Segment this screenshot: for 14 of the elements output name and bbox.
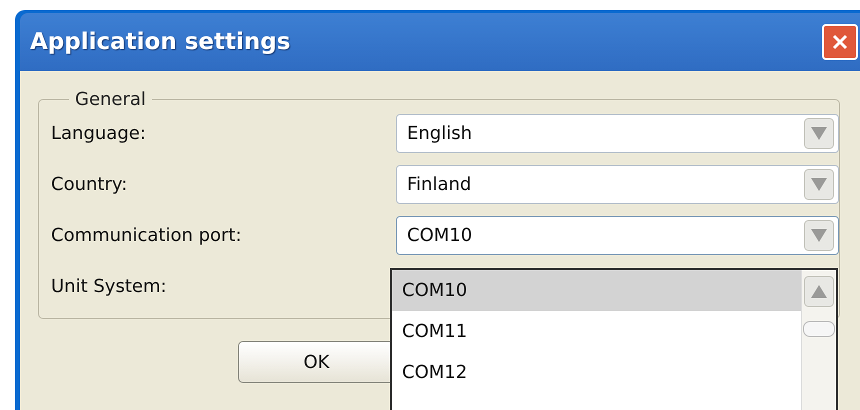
list-option[interactable]: COM10 bbox=[392, 270, 801, 311]
close-icon bbox=[831, 33, 849, 51]
field-label: Country: bbox=[51, 174, 128, 195]
close-button[interactable] bbox=[822, 24, 858, 60]
group-title: General bbox=[74, 89, 147, 110]
scroll-thumb[interactable] bbox=[803, 321, 835, 337]
dropdown-field[interactable]: Finland bbox=[396, 165, 839, 204]
dropdown-field[interactable]: COM10 bbox=[396, 216, 839, 255]
field-label: Unit System: bbox=[51, 276, 168, 297]
field-label: Language: bbox=[51, 123, 147, 144]
field-label: Communication port: bbox=[51, 225, 243, 246]
scrollbar[interactable] bbox=[801, 270, 836, 410]
dropdown-field[interactable]: English bbox=[396, 114, 839, 153]
window-title: Application settings bbox=[30, 29, 290, 55]
